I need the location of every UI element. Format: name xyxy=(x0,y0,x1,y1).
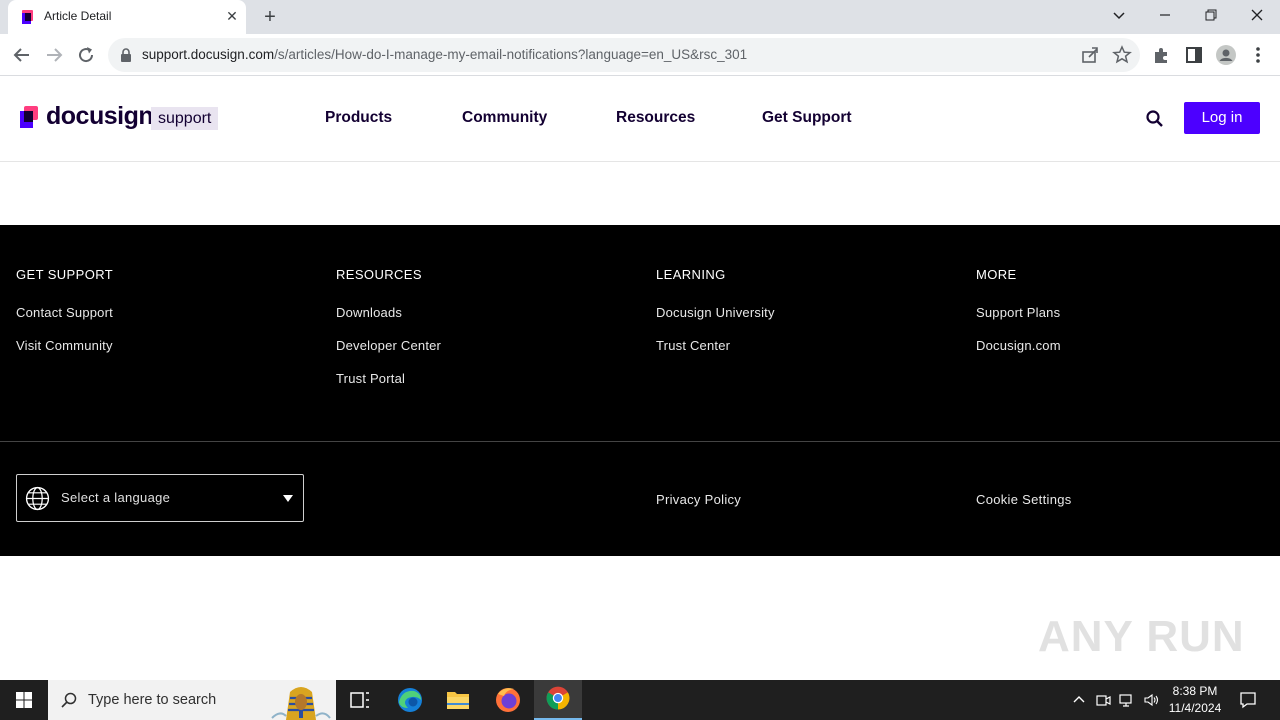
new-tab-icon[interactable]: + xyxy=(258,5,282,29)
side-panel-icon[interactable] xyxy=(1182,43,1206,67)
language-select[interactable]: Select a language xyxy=(16,474,304,522)
forward-arrow-icon[interactable] xyxy=(42,43,66,67)
firefox-icon[interactable] xyxy=(484,680,532,720)
meet-now-icon[interactable] xyxy=(1094,691,1112,709)
bookmark-star-icon[interactable] xyxy=(1110,43,1134,67)
footer-column-more: MORE Support Plans Docusign.com xyxy=(976,267,1061,371)
share-icon[interactable] xyxy=(1078,43,1102,67)
file-explorer-icon[interactable] xyxy=(434,680,482,720)
footer-heading: MORE xyxy=(976,267,1017,282)
windows-taskbar: Type here to search 8:38 PM 11/4/2024 xyxy=(0,680,1280,720)
anyrun-watermark: ANY RUN xyxy=(1038,612,1245,661)
chrome-icon[interactable] xyxy=(534,680,582,720)
url-text: support.docusign.com/s/articles/How-do-I… xyxy=(142,47,748,62)
lock-icon[interactable] xyxy=(120,48,132,62)
footer-heading: GET SUPPORT xyxy=(16,267,114,282)
browser-tab[interactable]: Article Detail ✕ xyxy=(8,0,246,34)
docusign-logo-icon[interactable] xyxy=(20,106,42,128)
search-icon xyxy=(61,692,77,708)
pharaoh-search-highlight-icon xyxy=(271,687,331,720)
footer-link-docusign-com[interactable]: Docusign.com xyxy=(976,338,1061,371)
footer-heading: LEARNING xyxy=(656,267,726,282)
footer-link-trust-center[interactable]: Trust Center xyxy=(656,338,775,371)
clock-date: 11/4/2024 xyxy=(1168,701,1222,715)
volume-icon[interactable] xyxy=(1142,691,1160,709)
nav-products[interactable]: Products xyxy=(325,109,392,127)
footer-column-learning: LEARNING Docusign University Trust Cente… xyxy=(656,267,775,371)
nav-resources[interactable]: Resources xyxy=(616,109,695,127)
windows-start-icon[interactable] xyxy=(0,680,48,720)
footer-heading: RESOURCES xyxy=(336,267,422,282)
action-center-icon[interactable] xyxy=(1238,690,1258,710)
site-header: docusign support Products Community Reso… xyxy=(0,76,1280,162)
footer-column-resources: RESOURCES Downloads Developer Center Tru… xyxy=(336,267,441,404)
taskbar-search-placeholder: Type here to search xyxy=(88,692,217,708)
footer-link-contact-support[interactable]: Contact Support xyxy=(16,305,113,338)
footer-link-visit-community[interactable]: Visit Community xyxy=(16,338,113,371)
logo-wordmark[interactable]: docusign xyxy=(46,102,154,131)
nav-get-support[interactable]: Get Support xyxy=(762,109,852,127)
footer-link-developer-center[interactable]: Developer Center xyxy=(336,338,441,371)
reload-icon[interactable] xyxy=(74,43,98,67)
footer-link-downloads[interactable]: Downloads xyxy=(336,305,441,338)
tab-close-icon[interactable]: ✕ xyxy=(224,8,240,24)
browser-toolbar: support.docusign.com/s/articles/How-do-I… xyxy=(0,34,1280,76)
show-hidden-icons-chevron-icon[interactable] xyxy=(1070,691,1088,709)
footer-link-docusign-university[interactable]: Docusign University xyxy=(656,305,775,338)
login-button[interactable]: Log in xyxy=(1184,102,1260,134)
taskbar-clock[interactable]: 8:38 PM 11/4/2024 xyxy=(1162,683,1228,717)
close-window-icon[interactable] xyxy=(1244,4,1270,26)
tab-search-chevron-icon[interactable] xyxy=(1106,4,1132,26)
language-select-label: Select a language xyxy=(61,490,171,505)
taskbar-search-box[interactable]: Type here to search xyxy=(48,680,336,720)
profile-avatar-icon[interactable] xyxy=(1214,43,1238,67)
footer-link-support-plans[interactable]: Support Plans xyxy=(976,305,1061,338)
clock-time: 8:38 PM xyxy=(1172,684,1218,698)
site-footer: GET SUPPORT Contact Support Visit Commun… xyxy=(0,225,1280,556)
footer-divider xyxy=(0,441,1280,442)
edge-browser-icon[interactable] xyxy=(386,680,434,720)
logo-support-badge[interactable]: support xyxy=(151,107,219,130)
more-menu-icon[interactable] xyxy=(1246,43,1270,67)
caret-down-icon xyxy=(283,495,293,502)
cookie-settings-link[interactable]: Cookie Settings xyxy=(976,492,1072,507)
minimize-icon[interactable] xyxy=(1152,4,1178,26)
search-icon[interactable] xyxy=(1145,109,1165,129)
restore-icon[interactable] xyxy=(1198,4,1224,26)
privacy-policy-link[interactable]: Privacy Policy xyxy=(656,492,741,507)
globe-icon xyxy=(25,486,50,511)
footer-column-get-support: GET SUPPORT Contact Support Visit Commun… xyxy=(16,267,113,371)
tab-title: Article Detail xyxy=(44,9,112,23)
browser-tab-bar: Article Detail ✕ + xyxy=(0,0,1280,34)
back-arrow-icon[interactable] xyxy=(10,43,34,67)
extensions-puzzle-icon[interactable] xyxy=(1150,43,1174,67)
network-icon[interactable] xyxy=(1118,691,1136,709)
address-bar[interactable]: support.docusign.com/s/articles/How-do-I… xyxy=(108,38,1140,72)
footer-link-trust-portal[interactable]: Trust Portal xyxy=(336,371,441,404)
nav-community[interactable]: Community xyxy=(462,109,547,127)
task-view-icon[interactable] xyxy=(336,680,384,720)
docusign-favicon-icon xyxy=(22,10,33,24)
